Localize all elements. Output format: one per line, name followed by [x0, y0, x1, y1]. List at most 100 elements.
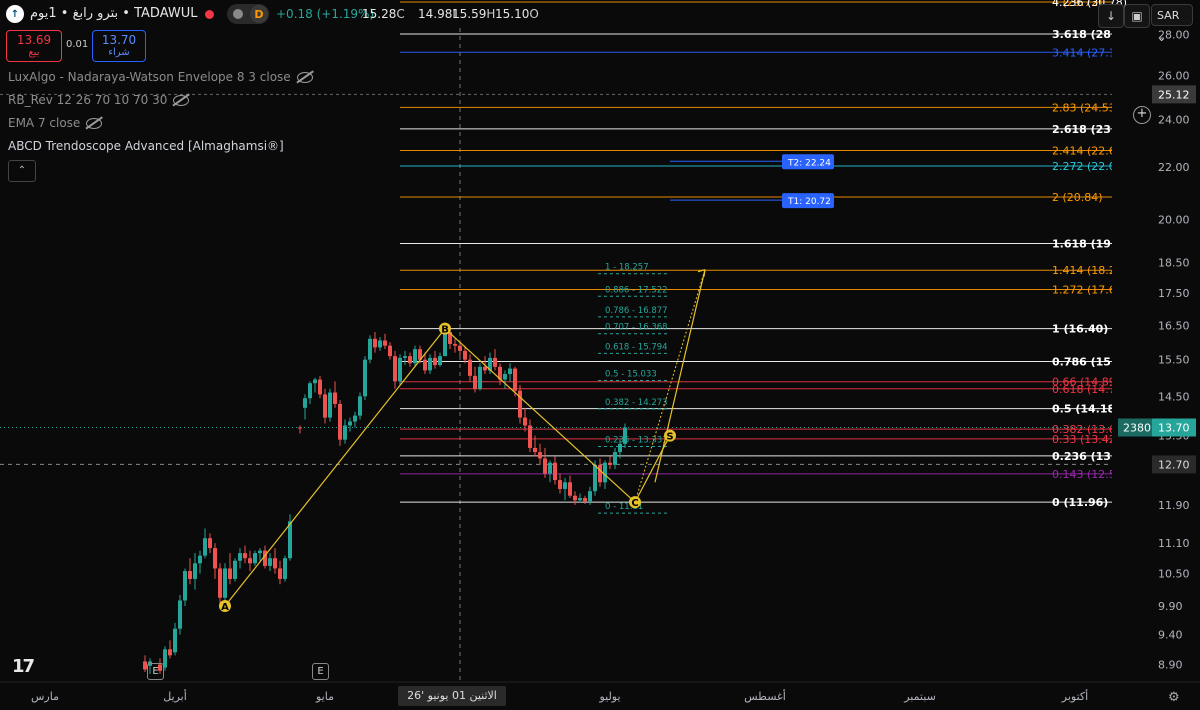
- candle-body: [368, 338, 372, 360]
- candle-body: [473, 375, 477, 389]
- ohlc-open-value: 15.10: [495, 7, 530, 21]
- candle-body: [398, 357, 402, 382]
- y-tick-label: 20.00: [1158, 214, 1190, 227]
- plus-price-label: 25.12: [1158, 88, 1190, 101]
- candle-body: [563, 482, 567, 489]
- price-change: +0.18 (+1.19%): [276, 7, 375, 21]
- candle-body: [173, 628, 177, 653]
- indicator-luxalgo[interactable]: LuxAlgo - Nadaraya-Watson Envelope 8 3 c…: [8, 70, 313, 84]
- candle-body: [208, 538, 212, 549]
- candle-body: [413, 349, 417, 364]
- candle-body: [428, 357, 432, 371]
- candle-body: [623, 427, 627, 444]
- earnings-marker[interactable]: E: [312, 663, 329, 680]
- candle-body: [578, 498, 582, 501]
- indicator-label: ABCD Trendoscope Advanced [Almaghamsi®]: [8, 139, 284, 153]
- x-tick-label: أغسطس: [744, 689, 786, 703]
- y-tick-label: 17.50: [1158, 287, 1190, 300]
- candle-body: [183, 571, 187, 601]
- inner-level-label: 0.886 - 17.522: [605, 285, 668, 295]
- sell-price: 13.69: [16, 33, 52, 47]
- candle-body: [353, 415, 357, 422]
- symbol-title[interactable]: بترو رابغ • 1يوم • TADAWUL: [30, 6, 198, 21]
- candle-body: [298, 427, 302, 429]
- eye-off-icon[interactable]: [173, 95, 190, 106]
- fib-level-label: 2 (20.84): [1052, 191, 1103, 204]
- symbol-logo-icon[interactable]: ↑: [6, 5, 24, 23]
- fib-level-label: 2.83 (24.53): [1052, 101, 1120, 114]
- indicator-label: EMA 7 close: [8, 116, 81, 130]
- candle-body: [543, 458, 547, 474]
- candle-body: [178, 600, 182, 629]
- eye-off-icon[interactable]: [86, 118, 103, 129]
- x-tick-label: أكتوبر: [1061, 689, 1088, 703]
- tradingview-logo-icon[interactable]: 17: [12, 656, 35, 677]
- candle-body: [493, 357, 497, 367]
- inner-level-label: 0.236 - 13.331: [605, 436, 668, 446]
- candle-body: [593, 464, 597, 492]
- candle-body: [323, 394, 327, 418]
- crosshair-date-label: الاثنين 01 يونيو '26: [398, 686, 506, 706]
- ohlc-high: 15.59H: [452, 7, 495, 21]
- earnings-marker[interactable]: E: [147, 663, 164, 680]
- candle-body: [538, 452, 542, 459]
- candle-body: [533, 447, 537, 453]
- y-tick-label: 16.50: [1158, 319, 1190, 332]
- candle-body: [193, 563, 197, 579]
- toggle-dot-icon: [233, 9, 243, 19]
- candle-body: [523, 417, 527, 426]
- buy-label: شراء: [108, 47, 130, 58]
- candle-body: [383, 340, 387, 346]
- candle-body: [463, 350, 467, 360]
- spread-value: 0.01: [66, 39, 89, 50]
- candle-body: [188, 571, 192, 579]
- y-tick-label: 11.90: [1158, 499, 1190, 512]
- pivot-label: C: [631, 498, 638, 509]
- sell-button[interactable]: 13.69 بيع: [6, 30, 62, 62]
- candle-body: [378, 340, 382, 348]
- y-tick-label: 22.00: [1158, 161, 1190, 174]
- currency-selector[interactable]: SAR ⌄: [1151, 4, 1193, 44]
- candle-body: [453, 343, 457, 346]
- market-status-icon: [205, 10, 214, 19]
- candle-body: [233, 560, 237, 579]
- chevron-down-icon: ⌄: [1157, 31, 1167, 44]
- candle-body: [343, 425, 347, 440]
- y-tick-label: 24.00: [1158, 113, 1190, 126]
- candle-body: [603, 462, 607, 483]
- ohlc-close: 15.28C: [362, 7, 405, 21]
- currency-label: SAR: [1157, 9, 1180, 22]
- candle-body: [518, 390, 522, 418]
- candle-body: [393, 356, 397, 382]
- indicator-rb-rev[interactable]: RB_Rev 12 26 70 10 70 30: [8, 93, 190, 107]
- inner-level-label: 0.382 - 14.273: [605, 398, 668, 408]
- indicator-abcd[interactable]: ABCD Trendoscope Advanced [Almaghamsi®]: [8, 139, 284, 153]
- fib-level-label: 0 (11.96): [1052, 496, 1108, 509]
- buy-button[interactable]: 13.70 شراء: [92, 30, 146, 62]
- candle-body: [203, 538, 207, 556]
- countdown-label: 2380: [1123, 422, 1151, 435]
- inner-level-label: 0.618 - 15.794: [605, 342, 668, 352]
- x-tick-label: مارس: [31, 690, 59, 703]
- candle-body: [618, 443, 622, 453]
- crosshair-price-label: 12.70: [1158, 458, 1190, 471]
- x-tick-label: مايو: [315, 690, 334, 703]
- candle-body: [548, 462, 552, 474]
- screenshot-button[interactable]: ▣: [1124, 4, 1150, 28]
- candle-body: [583, 498, 587, 502]
- settings-gear-icon[interactable]: ⚙: [1168, 690, 1180, 705]
- eye-off-icon[interactable]: [296, 72, 313, 83]
- candle-body: [433, 357, 437, 366]
- indicator-ema[interactable]: EMA 7 close: [8, 116, 103, 130]
- candle-body: [348, 421, 352, 426]
- candle-body: [338, 403, 342, 440]
- scroll-down-button[interactable]: ↓: [1098, 4, 1124, 28]
- candle-body: [438, 356, 442, 366]
- candle-body: [568, 482, 572, 496]
- timeframe-badge[interactable]: D: [250, 5, 268, 23]
- candle-body: [588, 491, 592, 502]
- collapse-legend-button[interactable]: ⌃: [8, 160, 36, 182]
- add-alert-button[interactable]: +: [1133, 106, 1151, 124]
- y-tick-label: 10.50: [1158, 568, 1190, 581]
- inner-level-label: 0.786 - 16.877: [605, 306, 668, 316]
